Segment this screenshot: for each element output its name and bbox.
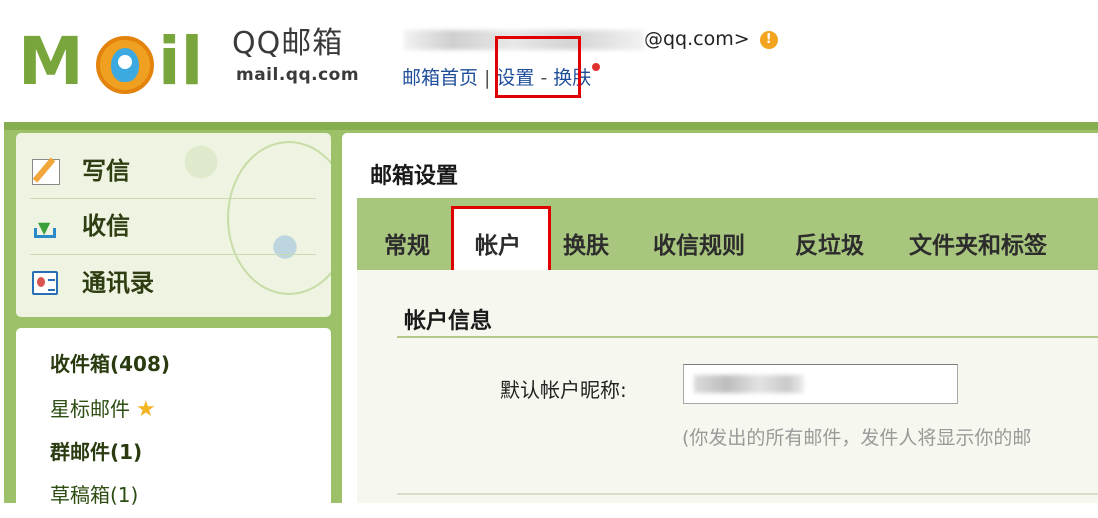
tab-receive-rules[interactable]: 收信规则 xyxy=(653,226,745,260)
tab-general[interactable]: 常规 xyxy=(384,226,430,260)
mailbox-home-link[interactable]: 邮箱首页 xyxy=(402,67,478,89)
folder-group-mail[interactable]: 群邮件(1) xyxy=(50,436,142,465)
logo-domain: mail.qq.com xyxy=(236,65,360,85)
folder-starred[interactable]: 星标邮件 ★ xyxy=(50,393,156,422)
contact-card-icon xyxy=(32,271,58,295)
logo-o-mascot-icon xyxy=(96,36,154,94)
pencil-icon xyxy=(32,159,60,185)
frame-top-border xyxy=(4,122,1098,130)
nickname-note: (你发出的所有邮件，发件人将显示你的邮 xyxy=(682,427,1032,449)
section-divider xyxy=(397,336,1098,338)
folder-starred-label: 星标邮件 xyxy=(50,397,130,421)
nickname-label: 默认帐户昵称: xyxy=(500,378,627,402)
logo-product-name: QQ邮箱 xyxy=(232,26,344,61)
tab-antispam[interactable]: 反垃圾 xyxy=(795,226,864,260)
section-bottom-divider xyxy=(397,493,1098,495)
tab-folders-labels[interactable]: 文件夹和标签 xyxy=(909,226,1047,260)
account-address: @qq.com>! xyxy=(404,28,778,50)
nickname-input[interactable] xyxy=(683,364,958,404)
divider xyxy=(30,198,316,199)
account-domain: @qq.com> xyxy=(644,28,750,50)
warning-icon[interactable]: ! xyxy=(759,30,778,49)
tab-skin[interactable]: 换肤 xyxy=(563,226,609,260)
divider xyxy=(30,254,316,255)
sidebar-actions-panel xyxy=(16,133,331,317)
link-separator: | xyxy=(484,67,491,89)
section-title: 帐户信息 xyxy=(404,309,493,334)
contacts-label: 通讯录 xyxy=(82,269,154,297)
qqmail-logo[interactable]: M il QQ邮箱 mail.qq.com xyxy=(18,22,368,102)
inbox-download-icon xyxy=(32,208,58,248)
folder-inbox[interactable]: 收件箱(408) xyxy=(50,348,170,377)
logo-m: M xyxy=(18,23,84,100)
compose-label: 写信 xyxy=(82,157,130,185)
redacted-nickname xyxy=(694,375,804,393)
page-title: 邮箱设置 xyxy=(370,164,459,189)
folder-drafts[interactable]: 草稿箱(1) xyxy=(50,479,138,508)
settings-highlight-box xyxy=(495,36,581,98)
receive-label: 收信 xyxy=(82,212,130,240)
notification-dot-icon xyxy=(592,63,601,71)
star-icon: ★ xyxy=(136,397,156,422)
logo-il: il xyxy=(158,23,204,100)
account-tab-highlight-box xyxy=(451,206,551,278)
